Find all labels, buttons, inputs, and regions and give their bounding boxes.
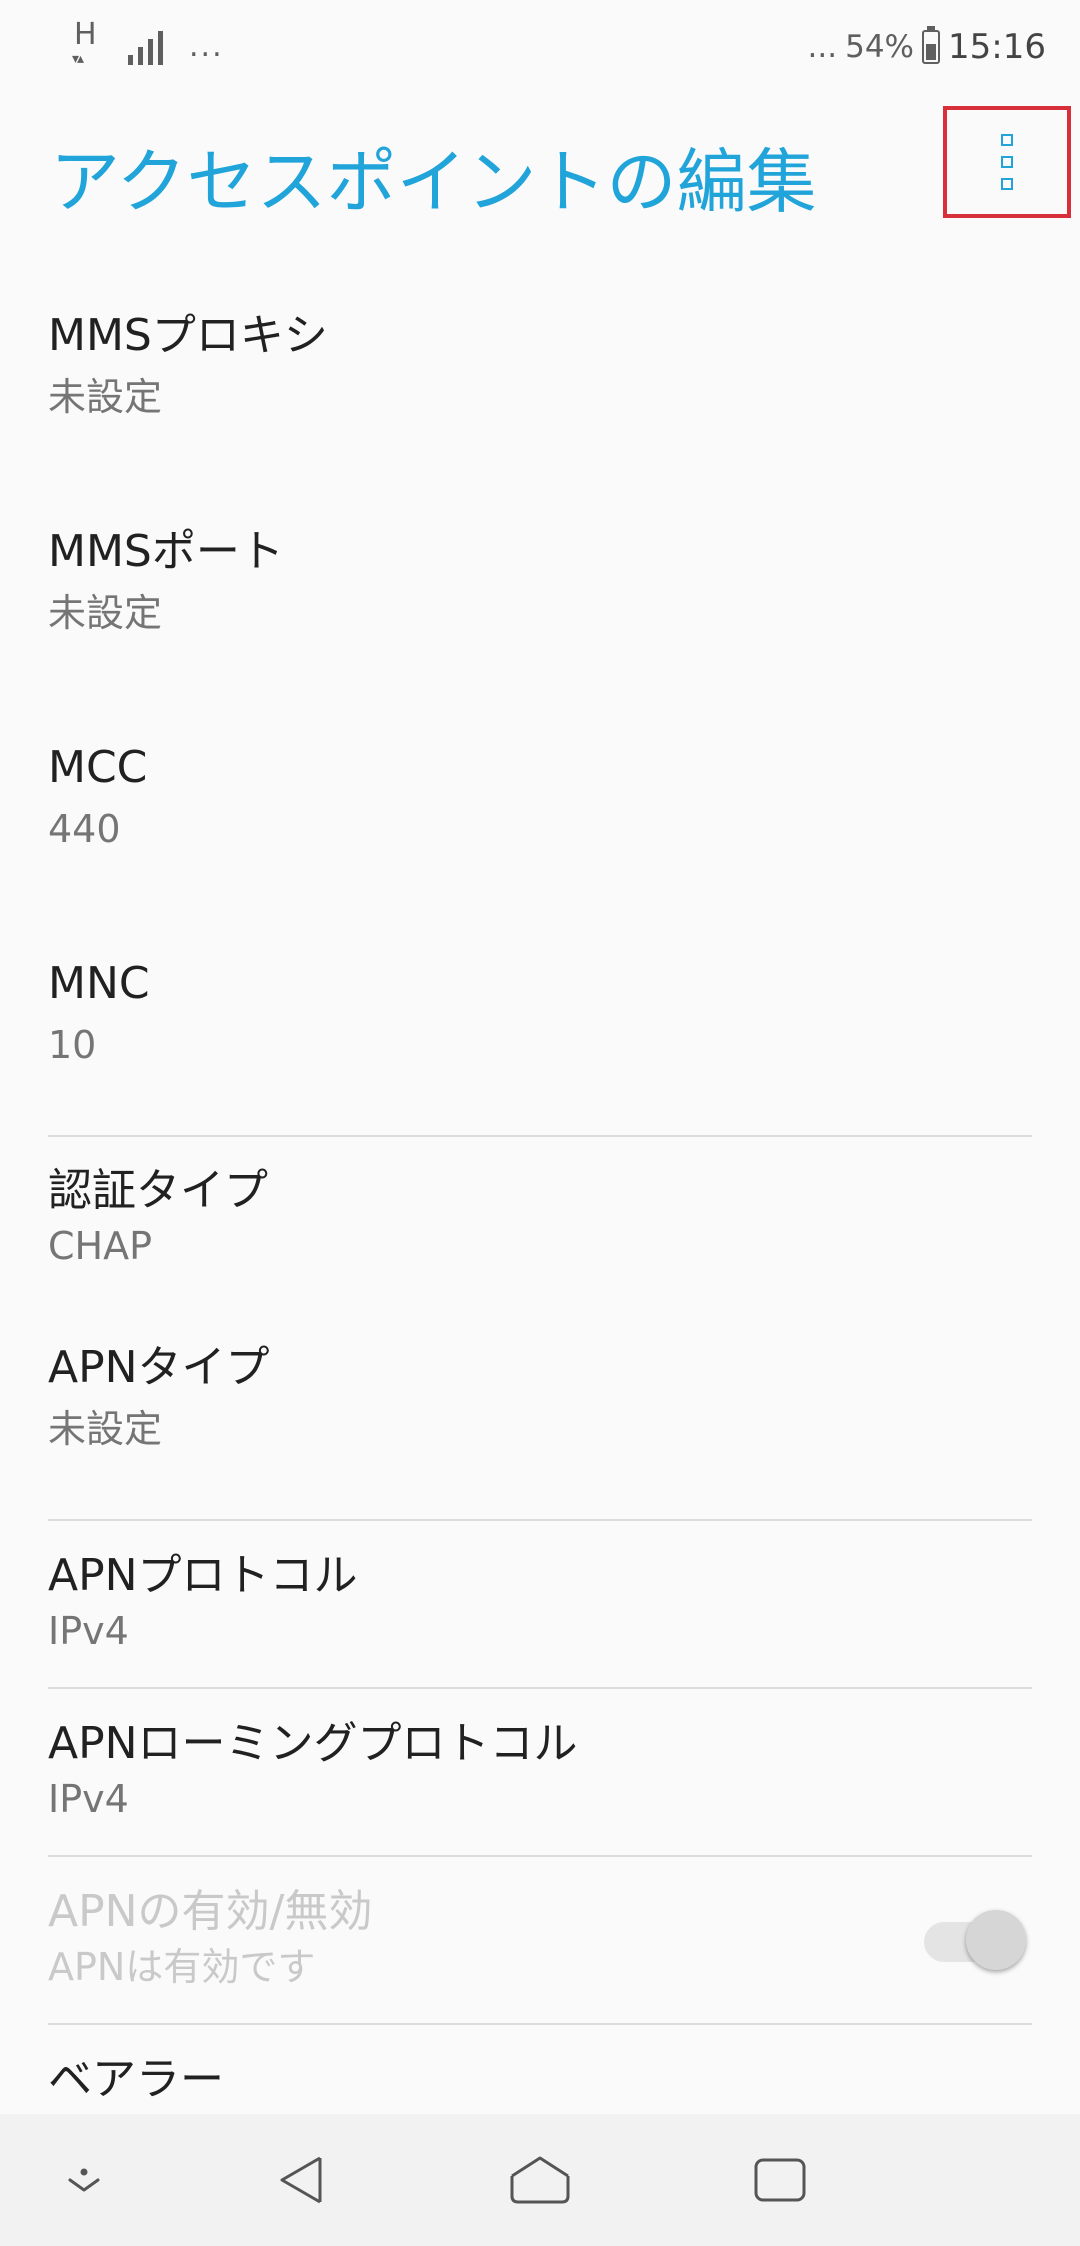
- battery-percent: 54%: [845, 29, 915, 65]
- setting-label: APNタイプ: [48, 1342, 270, 1393]
- setting-label: MMSプロキシ: [48, 310, 328, 361]
- navigation-bar: [0, 2114, 1080, 2246]
- signal-strength-icon: [128, 27, 163, 65]
- setting-value: 未設定: [48, 591, 163, 635]
- divider: [48, 1135, 1032, 1137]
- divider: [48, 1519, 1032, 1521]
- apn-enable-toggle: [920, 1910, 1030, 1974]
- setting-mms-port[interactable]: MMSポート 未設定: [48, 524, 1032, 638]
- notification-pull-button[interactable]: [44, 2140, 124, 2220]
- status-right: ... 54% 15:16: [808, 22, 1046, 72]
- setting-apn-type[interactable]: APNタイプ 未設定: [48, 1340, 1032, 1454]
- data-activity-icon: ▾▴: [72, 51, 84, 67]
- more-options-button[interactable]: [943, 106, 1071, 218]
- setting-label: APNプロトコル: [48, 1550, 358, 1601]
- recents-icon: [754, 2158, 806, 2202]
- setting-value: 10: [48, 1023, 97, 1067]
- home-button[interactable]: [500, 2140, 580, 2220]
- setting-label: APNローミングプロトコル: [48, 1718, 578, 1769]
- page-title: アクセスポイントの編集: [50, 141, 817, 223]
- toggle-thumb: [966, 1910, 1026, 1970]
- divider: [48, 1855, 1032, 1857]
- setting-apn-protocol[interactable]: APNプロトコル IPv4: [48, 1548, 1032, 1656]
- setting-value: CHAP: [48, 1224, 153, 1268]
- network-type-icon: H ▾▴: [70, 18, 102, 74]
- setting-label: ベアラー: [48, 2054, 224, 2105]
- setting-label: MCC: [48, 742, 148, 793]
- network-type-label: H: [74, 17, 97, 52]
- setting-label: 認証タイプ: [48, 1165, 268, 1216]
- battery-icon: [922, 26, 941, 64]
- back-button[interactable]: [262, 2140, 342, 2220]
- setting-label: MMSポート: [48, 526, 284, 577]
- setting-mms-proxy[interactable]: MMSプロキシ 未設定: [48, 308, 1032, 422]
- status-left: H ▾▴ ...: [70, 18, 224, 74]
- back-icon: [280, 2156, 322, 2204]
- setting-value: 未設定: [48, 1407, 163, 1451]
- setting-value: IPv4: [48, 1777, 129, 1821]
- setting-value: IPv4: [48, 1609, 129, 1653]
- setting-mcc[interactable]: MCC 440: [48, 740, 1032, 854]
- app-bar: アクセスポイントの編集: [0, 90, 1080, 260]
- status-bar: H ▾▴ ... ... 54% 15:16: [0, 0, 1080, 90]
- home-icon: [510, 2156, 570, 2204]
- setting-label: APNの有効/無効: [48, 1886, 373, 1937]
- setting-bearer[interactable]: ベアラー: [48, 2052, 1032, 2108]
- setting-value: APNは有効です: [48, 1945, 316, 1989]
- divider: [48, 2023, 1032, 2025]
- setting-value: 未設定: [48, 375, 163, 419]
- divider: [48, 1687, 1032, 1689]
- menu-dot: [1001, 134, 1013, 146]
- clock: 15:16: [948, 27, 1046, 67]
- menu-dot: [1001, 178, 1013, 190]
- setting-apn-enable: APNの有効/無効 APNは有効です: [48, 1884, 1032, 1992]
- setting-label: MNC: [48, 958, 150, 1009]
- menu-dot: [1001, 156, 1013, 168]
- setting-value: 440: [48, 807, 121, 851]
- setting-apn-roaming-protocol[interactable]: APNローミングプロトコル IPv4: [48, 1716, 1032, 1824]
- setting-auth-type[interactable]: 認証タイプ CHAP: [48, 1163, 1032, 1271]
- more-notifications-indicator: ...: [189, 28, 224, 64]
- notification-pull-icon: [68, 2168, 100, 2192]
- status-dots: ...: [807, 29, 838, 65]
- setting-mnc[interactable]: MNC 10: [48, 956, 1032, 1070]
- recents-button[interactable]: [740, 2140, 820, 2220]
